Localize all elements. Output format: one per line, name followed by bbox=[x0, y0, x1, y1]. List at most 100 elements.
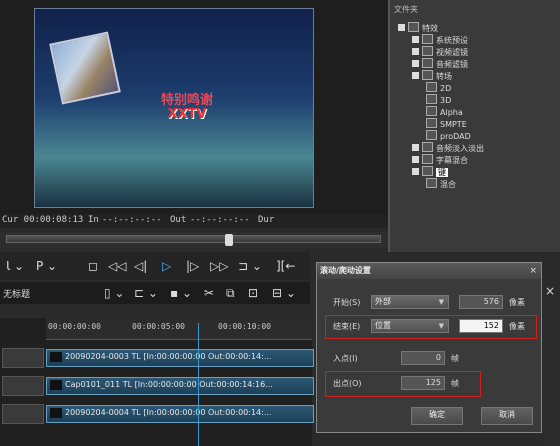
paste-icon[interactable]: ⊡ bbox=[248, 285, 258, 301]
start-value-input[interactable]: 576 bbox=[459, 295, 503, 309]
clip-thumbnail bbox=[50, 408, 62, 418]
preview-monitor: 特别鸣谢 XXTV bbox=[0, 0, 388, 215]
folder-icon bbox=[422, 34, 433, 44]
video-frame: 特别鸣谢 XXTV bbox=[34, 8, 314, 208]
close-icon[interactable]: × bbox=[529, 263, 537, 279]
folder-icon bbox=[422, 166, 433, 176]
dialog-title: 滚动/爬动设置 bbox=[317, 263, 541, 279]
rewind-icon[interactable]: ◁◁ bbox=[108, 258, 126, 274]
end-select-value: 位置 bbox=[375, 321, 391, 330]
in-timecode: --:--:--:-- bbox=[102, 215, 162, 225]
tree-item[interactable]: 音频滤镜 bbox=[412, 58, 468, 69]
cancel-button[interactable]: 取消 bbox=[481, 407, 533, 425]
expand-toggle-icon[interactable] bbox=[412, 168, 419, 175]
edit-toolbar: 无标题 ▯ ⌄ ⊏ ⌄ ▪ ⌄ ✂ ⧉ ⊡ ⊟ ⌄ bbox=[0, 282, 310, 304]
timeline-clip[interactable]: Cap0101_011 TL [In:00:00:00:00 Out:00:00… bbox=[46, 377, 314, 395]
tree-item-label: SMPTE bbox=[440, 120, 467, 129]
chevron-down-icon: ▼ bbox=[438, 298, 444, 306]
tree-item[interactable]: 3D bbox=[426, 94, 451, 105]
timeline-clip[interactable]: 20090204-0003 TL [In:00:00:00:00 Out:00:… bbox=[46, 349, 314, 367]
step-forward-icon[interactable]: |▷ bbox=[186, 258, 199, 274]
expand-toggle-icon[interactable] bbox=[412, 36, 419, 43]
cut-icon[interactable]: ✂ bbox=[204, 285, 214, 301]
close-icon[interactable]: × bbox=[545, 284, 555, 298]
clip-thumbnail bbox=[50, 352, 62, 362]
out-point-label: 出点(O) bbox=[333, 379, 362, 388]
folder-icon bbox=[426, 118, 437, 128]
tree-item-label: proDAD bbox=[440, 132, 471, 141]
save-icon[interactable]: ▪ ⌄ bbox=[170, 285, 192, 301]
out-label: Out bbox=[170, 215, 187, 225]
track-header[interactable] bbox=[2, 376, 44, 396]
track-header[interactable] bbox=[2, 348, 44, 368]
stop-icon[interactable]: ◻ bbox=[88, 258, 98, 274]
timeline-clip[interactable]: 20090204-0004 TL [In:00:00:00:00 Out:00:… bbox=[46, 405, 314, 423]
tree-item[interactable]: 键 bbox=[412, 166, 448, 177]
step-back-icon[interactable]: ◁| bbox=[134, 258, 147, 274]
tree-item[interactable]: 转场 bbox=[412, 70, 452, 81]
ok-button[interactable]: 确定 bbox=[411, 407, 463, 425]
tree-item[interactable]: proDAD bbox=[426, 130, 471, 141]
project-name: 无标题 bbox=[3, 290, 31, 300]
end-label: 结束(E) bbox=[333, 322, 361, 331]
mark-in-icon[interactable]: Ɩ ⌄ bbox=[6, 258, 24, 274]
new-icon[interactable]: ▯ ⌄ bbox=[104, 285, 124, 301]
clip-label: 20090204-0004 TL [In:00:00:00:00 Out:00:… bbox=[65, 408, 272, 417]
tree-item[interactable]: Alpha bbox=[426, 106, 463, 117]
start-unit: 像素 bbox=[509, 298, 525, 307]
copy-icon[interactable]: ⧉ bbox=[226, 285, 235, 301]
time-ruler[interactable]: 00:00:00:00 00:00:05:00 00:00:10:00 bbox=[46, 318, 312, 340]
tree-item-label: 键 bbox=[436, 168, 448, 177]
more-icon[interactable]: ⊟ ⌄ bbox=[272, 285, 296, 301]
photo-image bbox=[49, 31, 121, 105]
end-select[interactable]: 位置 ▼ bbox=[371, 319, 449, 333]
end-value-input[interactable]: 152 bbox=[459, 319, 503, 333]
expand-toggle-icon[interactable] bbox=[412, 156, 419, 163]
expand-toggle-icon[interactable] bbox=[412, 144, 419, 151]
scrub-handle[interactable] bbox=[225, 234, 233, 246]
tree-item-label: 字幕混合 bbox=[436, 156, 468, 165]
tree-item[interactable]: 特效 bbox=[398, 22, 438, 33]
expand-toggle-icon[interactable] bbox=[412, 48, 419, 55]
tree-item-label: 3D bbox=[440, 96, 452, 105]
out-point-input[interactable]: 125 bbox=[401, 376, 445, 390]
clip-label: 20090204-0003 TL [In:00:00:00:00 Out:00:… bbox=[65, 352, 272, 361]
tree-item[interactable]: 字幕混合 bbox=[412, 154, 468, 165]
out-timecode: --:--:--:-- bbox=[190, 215, 250, 225]
folder-icon bbox=[426, 130, 437, 140]
playhead[interactable] bbox=[198, 323, 199, 446]
ruler-label: 00:00:00:00 bbox=[48, 322, 101, 331]
tree-item[interactable]: 2D bbox=[426, 82, 451, 93]
effects-panel: 文件夹 特效 系统预设 视频滤镜 音频滤镜 转场 2D 3D Alpha SMPTE proDAD… bbox=[388, 0, 560, 252]
folder-icon bbox=[422, 58, 433, 68]
tree-item-label: 音频滤镜 bbox=[436, 60, 468, 69]
folder-icon bbox=[422, 154, 433, 164]
expand-toggle-icon[interactable] bbox=[412, 72, 419, 79]
tree-item[interactable]: 混合 bbox=[426, 178, 456, 189]
loop-icon[interactable]: ⊐ ⌄ bbox=[238, 258, 262, 274]
start-select-value: 外部 bbox=[375, 297, 391, 306]
insert-icon[interactable]: ][← bbox=[276, 258, 295, 274]
tree-item[interactable]: 音频淡入淡出 bbox=[412, 142, 484, 153]
tree-item[interactable]: 系统预设 bbox=[412, 34, 468, 45]
current-timecode: Cur 00:00:08:13 bbox=[2, 215, 84, 225]
fast-forward-icon[interactable]: ▷▷ bbox=[210, 258, 228, 274]
credit-subtitle: XXTV bbox=[167, 107, 207, 122]
expand-toggle-icon[interactable] bbox=[398, 24, 405, 31]
expand-toggle-icon[interactable] bbox=[412, 60, 419, 67]
play-icon[interactable]: ▷ bbox=[162, 258, 171, 274]
end-unit: 像素 bbox=[509, 322, 525, 331]
timeline-panel: 00:00:00:00 00:00:05:00 00:00:10:00 2009… bbox=[0, 318, 314, 446]
tree-item[interactable]: SMPTE bbox=[426, 118, 467, 129]
mark-out-icon[interactable]: P ⌄ bbox=[36, 258, 57, 274]
open-icon[interactable]: ⊏ ⌄ bbox=[134, 285, 158, 301]
tree-item-label: Alpha bbox=[440, 108, 463, 117]
scrub-track[interactable] bbox=[6, 234, 381, 246]
in-point-input[interactable]: 0 bbox=[401, 351, 445, 365]
chevron-down-icon: ▼ bbox=[438, 322, 444, 330]
scrub-bar[interactable] bbox=[0, 232, 388, 248]
tree-item-label: 2D bbox=[440, 84, 452, 93]
tree-item[interactable]: 视频滤镜 bbox=[412, 46, 468, 57]
start-select[interactable]: 外部 ▼ bbox=[371, 295, 449, 309]
track-header[interactable] bbox=[2, 404, 44, 424]
